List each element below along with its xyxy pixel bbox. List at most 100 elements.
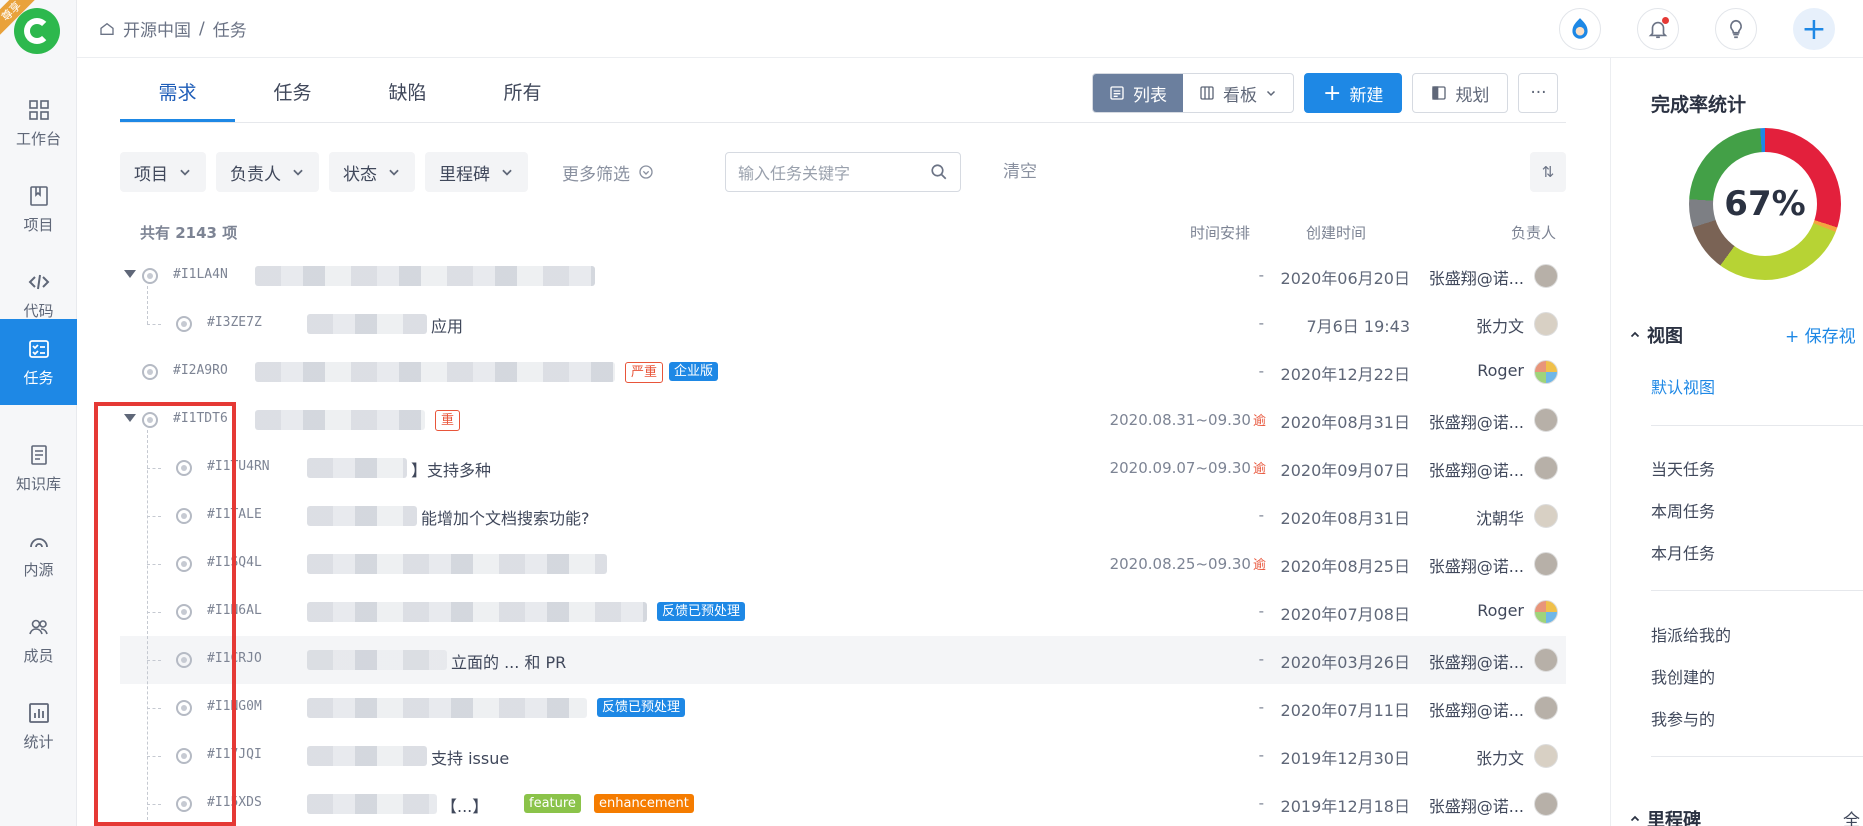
issue-row[interactable]: #I1TALE 能增加个文档搜索功能? -2020年08月31日 沈朝华: [120, 492, 1566, 540]
nav-item-workbench[interactable]: 工作台: [0, 80, 77, 166]
view-created-by-me[interactable]: 我创建的: [1651, 664, 1715, 688]
view-assigned-to-me[interactable]: 指派给我的: [1651, 622, 1731, 646]
status-circle-icon[interactable]: [176, 796, 192, 812]
filter-owner[interactable]: 负责人: [216, 152, 319, 192]
issue-row[interactable]: #I1NG0M 反馈已预处理 -2020年07月11日 张盛翔@诺...: [120, 684, 1566, 732]
list-view-button[interactable]: 列表: [1093, 74, 1183, 112]
owner-name[interactable]: 张盛翔@诺...: [1429, 457, 1524, 481]
tab-bugs[interactable]: 缺陷: [350, 66, 465, 122]
issue-id[interactable]: #I1TALE: [207, 507, 262, 522]
owner-avatar[interactable]: [1534, 648, 1558, 672]
issue-row[interactable]: #I17JQI 支持 issue -2019年12月30日 张力文: [120, 732, 1566, 780]
owner-name[interactable]: 张力文: [1476, 313, 1524, 337]
status-circle-icon[interactable]: [142, 412, 158, 428]
owner-name[interactable]: 张盛翔@诺...: [1429, 265, 1524, 289]
issue-row[interactable]: #I1TDT6 重 2020.08.31~09.30 逾 2020年08月31日 张盛翔@…: [120, 396, 1566, 444]
issue-label-tag[interactable]: feature: [524, 794, 581, 813]
owner-name[interactable]: 张盛翔@诺...: [1429, 697, 1524, 721]
issue-id[interactable]: #I15XDS: [207, 795, 262, 810]
issue-row[interactable]: #I2A9RO 严重 企业版 -2020年12月22日 Roger: [120, 348, 1566, 396]
home-icon[interactable]: [99, 21, 115, 37]
expand-caret-icon[interactable]: [124, 270, 136, 278]
issue-row[interactable]: #I1LA4N -2020年06月20日 张盛翔@诺...: [120, 252, 1566, 300]
issue-row[interactable]: #I1SQ4L 2020.08.25~09.30 逾 2020年08月25日 张盛翔@诺…: [120, 540, 1566, 588]
owner-name[interactable]: Roger: [1477, 601, 1524, 620]
status-circle-icon[interactable]: [176, 556, 192, 572]
view-today[interactable]: 当天任务: [1651, 456, 1715, 480]
tab-all[interactable]: 所有: [465, 66, 580, 122]
issue-row[interactable]: #I1TU4RN 】支持多种 2020.09.07~09.30 逾 2020年09月07…: [120, 444, 1566, 492]
status-circle-icon[interactable]: [176, 700, 192, 716]
status-circle-icon[interactable]: [176, 316, 192, 332]
board-view-button[interactable]: 看板: [1183, 74, 1293, 112]
issue-title[interactable]: 支持 issue: [431, 745, 509, 769]
issue-label-tag[interactable]: 严重: [625, 362, 664, 383]
owner-avatar[interactable]: [1534, 456, 1558, 480]
issue-row[interactable]: #I1N6AL 反馈已预处理 -2020年07月08日 Roger: [120, 588, 1566, 636]
status-circle-icon[interactable]: [176, 748, 192, 764]
issue-id[interactable]: #I3ZE7Z: [207, 315, 262, 330]
owner-name[interactable]: 张力文: [1476, 745, 1524, 769]
tab-requirements[interactable]: 需求: [120, 66, 235, 122]
owner-name[interactable]: 张盛翔@诺...: [1429, 793, 1524, 817]
issue-id[interactable]: #I17JQI: [207, 747, 262, 762]
issue-id[interactable]: #I1TDT6: [173, 411, 228, 426]
owner-name[interactable]: 张盛翔@诺...: [1429, 409, 1524, 433]
issue-row[interactable]: #I15XDS 【...】 feature enhancement -2019年12月1…: [120, 780, 1566, 826]
issue-label-tag[interactable]: 反馈已预处理: [657, 602, 746, 621]
owner-avatar[interactable]: [1534, 312, 1558, 336]
notifications-button[interactable]: [1637, 8, 1679, 50]
clear-filters-button[interactable]: 清空: [1003, 152, 1037, 192]
filter-project[interactable]: 项目: [120, 152, 206, 192]
issue-label-tag[interactable]: 企业版: [669, 362, 719, 381]
save-view-button[interactable]: + 保存视: [1785, 322, 1856, 347]
owner-avatar[interactable]: [1534, 744, 1558, 768]
owner-avatar[interactable]: [1534, 552, 1558, 576]
more-filters-button[interactable]: 更多筛选: [538, 152, 678, 192]
more-options-button[interactable]: ···: [1518, 73, 1559, 113]
view-participated[interactable]: 我参与的: [1651, 706, 1715, 730]
owner-avatar[interactable]: [1534, 600, 1558, 624]
owner-name[interactable]: 张盛翔@诺...: [1429, 649, 1524, 673]
column-schedule[interactable]: 时间安排: [1190, 222, 1250, 243]
column-owner[interactable]: 负责人: [1511, 222, 1556, 243]
status-circle-icon[interactable]: [176, 460, 192, 476]
milestone-all-button[interactable]: 全: [1843, 806, 1860, 826]
nav-item-knowledge[interactable]: 知识库: [0, 425, 77, 511]
issue-id[interactable]: #I1SQ4L: [207, 555, 262, 570]
owner-name[interactable]: 沈朝华: [1476, 505, 1524, 529]
issue-title[interactable]: 】支持多种: [411, 457, 491, 481]
issue-id[interactable]: #I1NG0M: [207, 699, 262, 714]
gitee-logo[interactable]: [14, 8, 60, 54]
issue-label-tag[interactable]: 反馈已预处理: [597, 698, 686, 717]
issue-id[interactable]: #I1LA4N: [173, 267, 228, 282]
owner-name[interactable]: 张盛翔@诺...: [1429, 553, 1524, 577]
issue-id[interactable]: #I1N6AL: [207, 603, 262, 618]
new-issue-button[interactable]: + 新建: [1304, 73, 1403, 113]
breadcrumb-org[interactable]: 开源中国: [123, 16, 191, 41]
owner-name[interactable]: Roger: [1477, 361, 1524, 380]
issue-row[interactable]: #I3ZE7Z 应用 - 7月6日 19:43 张力文: [120, 300, 1566, 348]
expand-caret-icon[interactable]: [124, 414, 136, 422]
issue-title[interactable]: 【...】: [441, 793, 488, 817]
view-this-week[interactable]: 本周任务: [1651, 498, 1715, 522]
owner-avatar[interactable]: [1534, 360, 1558, 384]
owner-avatar[interactable]: [1534, 408, 1558, 432]
nav-item-members[interactable]: 成员: [0, 597, 77, 683]
owner-avatar[interactable]: [1534, 792, 1558, 816]
view-this-month[interactable]: 本月任务: [1651, 540, 1715, 564]
issue-title[interactable]: 应用: [431, 313, 463, 337]
tab-tasks[interactable]: 任务: [235, 66, 350, 122]
plan-button[interactable]: 规划: [1412, 73, 1509, 113]
search-input[interactable]: 输入任务关键字: [725, 152, 961, 192]
status-circle-icon[interactable]: [176, 508, 192, 524]
issue-id[interactable]: #I1TU4RN: [207, 459, 270, 474]
owner-avatar[interactable]: [1534, 696, 1558, 720]
nav-item-tasks[interactable]: 任务: [0, 319, 77, 405]
owner-avatar[interactable]: [1534, 504, 1558, 528]
column-created[interactable]: 创建时间: [1306, 222, 1366, 243]
issue-title[interactable]: 能增加个文档搜索功能?: [421, 505, 590, 529]
filter-status[interactable]: 状态: [329, 152, 415, 192]
sort-button[interactable]: ⇅: [1530, 152, 1566, 192]
status-circle-icon[interactable]: [176, 604, 192, 620]
